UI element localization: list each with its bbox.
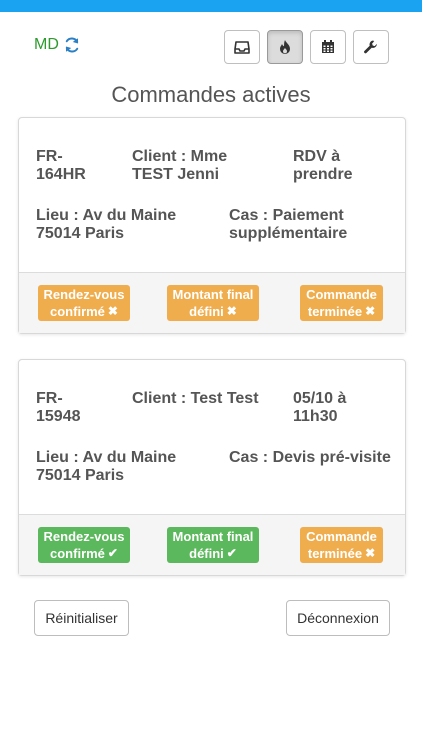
status-label: Rendez-vous [43,529,125,544]
cross-icon: ✖ [226,304,237,318]
refresh-icon[interactable] [63,36,81,54]
check-icon: ✔ [226,546,237,560]
order-location-line2: 75014 Paris [36,467,125,484]
wrench-icon [364,40,377,54]
brand-label: MD [34,36,59,53]
order-id: FR- 164HR [36,148,86,184]
status-label: Commande [306,287,377,302]
order-status-bar: Rendez-vous confirmé ✖ Montant final défi… [19,272,405,333]
fire-icon [280,40,290,54]
status-label: confirmé [50,546,105,561]
order-appointment-line1: 05/10 à [293,390,347,407]
inbox-button[interactable] [224,30,260,64]
top-accent-bar [0,0,422,12]
brand: MD [34,36,81,54]
order-id-line1: FR- [36,390,63,407]
reset-button[interactable]: Réinitialiser [34,600,129,636]
order-location-line2: 75014 Paris [36,225,125,242]
status-label: confirmé [50,304,105,319]
order-client-line1: Client : Test Test [132,390,259,407]
order-case-line1: Cas : Devis pré-visite [229,449,391,466]
status-label: défini [189,304,224,319]
order-case-line1: Cas : Paiement [229,207,344,224]
active-orders-button[interactable] [267,30,303,64]
order-case: Cas : Devis pré-visite [229,449,391,467]
status-label: terminée [307,546,363,561]
logout-button[interactable]: Déconnexion [286,600,390,636]
status-label: Commande [306,529,377,544]
order-location: Lieu : Av du Maine 75014 Paris [36,207,176,243]
order-id: FR- 15948 [36,390,81,426]
status-badge-completed: Commande terminée ✖ [300,527,383,563]
cross-icon: ✖ [107,304,118,318]
inbox-icon [234,41,250,54]
order-status-bar: Rendez-vous confirmé ✔ Montant final défi… [19,514,405,575]
status-label: Montant final [172,287,254,302]
order-appointment: RDV à prendre [293,148,353,184]
order-appointment-line1: RDV à [293,148,341,165]
order-appointment-line2: prendre [293,166,353,183]
status-badge-final-amount: Montant final défini ✔ [167,527,259,563]
status-badge-appointment: Rendez-vous confirmé ✖ [38,285,130,321]
status-label: défini [189,546,224,561]
order-case: Cas : Paiement supplémentaire [229,207,347,243]
status-label: Montant final [172,529,254,544]
order-card[interactable]: FR- 15948 Client : Test Test 05/10 à 11h… [18,359,406,576]
order-id-line2: 15948 [36,408,81,425]
order-client-line1: Client : Mme [132,148,228,165]
cross-icon: ✖ [365,546,376,560]
order-location: Lieu : Av du Maine 75014 Paris [36,449,176,485]
calendar-button[interactable] [310,30,346,64]
status-label: terminée [307,304,363,319]
check-icon: ✔ [107,546,118,560]
order-client-line2: TEST Jenni [132,166,220,183]
order-case-line2: supplémentaire [229,225,348,242]
settings-button[interactable] [353,30,389,64]
order-location-line1: Lieu : Av du Maine [36,207,177,224]
order-id-line2: 164HR [36,166,86,183]
order-appointment-line2: 11h30 [293,408,338,425]
cross-icon: ✖ [365,304,376,318]
calendar-icon [322,40,334,53]
order-client: Client : Mme TEST Jenni [132,148,227,184]
order-location-line1: Lieu : Av du Maine [36,449,177,466]
status-label: Rendez-vous [43,287,125,302]
status-badge-final-amount: Montant final défini ✖ [167,285,259,321]
page-title: Commandes actives [111,82,311,107]
order-card[interactable]: FR- 164HR Client : Mme TEST Jenni RDV à … [18,117,406,334]
order-id-line1: FR- [36,148,63,165]
order-client: Client : Test Test [132,390,259,408]
status-badge-completed: Commande terminée ✖ [300,285,383,321]
order-appointment: 05/10 à 11h30 [293,390,346,426]
status-badge-appointment: Rendez-vous confirmé ✔ [38,527,130,563]
